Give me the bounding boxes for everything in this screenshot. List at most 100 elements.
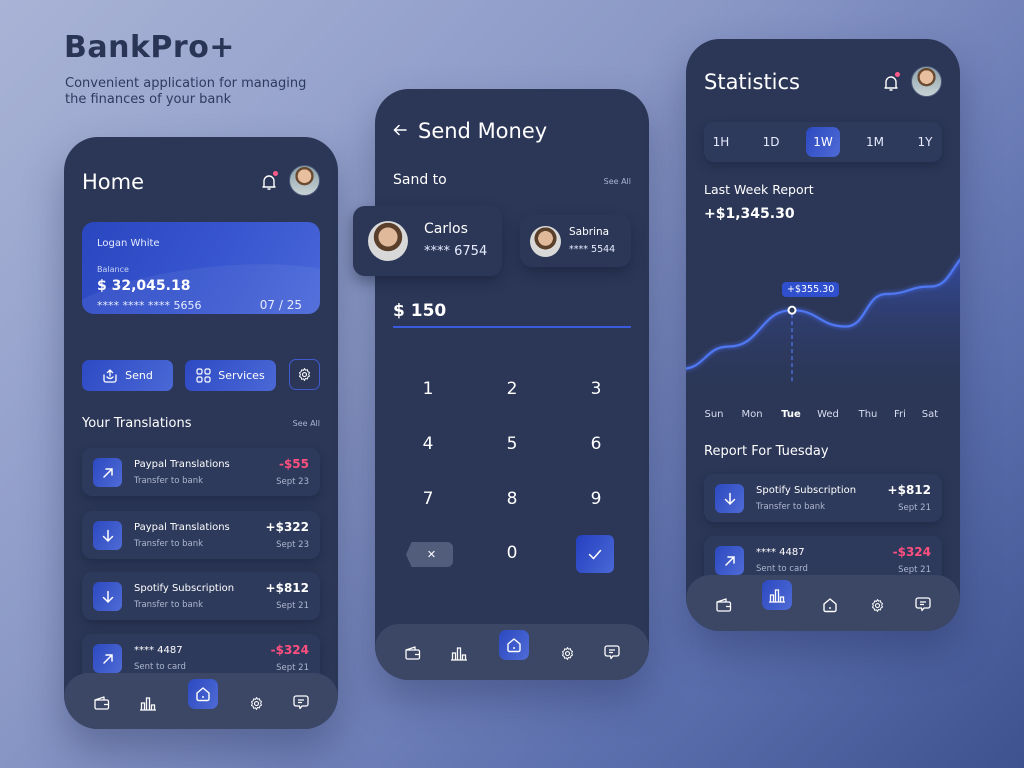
card-number: **** **** **** 5656	[97, 299, 202, 312]
wallet-icon	[715, 598, 731, 612]
contact-name: Carlos	[424, 221, 468, 237]
transaction-amount: -$324	[270, 643, 309, 657]
wallet-icon	[404, 646, 420, 660]
transaction-amount: +$812	[265, 581, 309, 595]
transaction-title: Spotify Subscription	[756, 485, 857, 496]
transaction-subtitle: Sent to card	[756, 564, 808, 574]
transaction-amount: -$324	[892, 545, 931, 559]
back-arrow-icon[interactable]	[393, 124, 407, 136]
transaction-row[interactable]: Paypal Translations Transfer to bank -$55 S…	[82, 448, 320, 496]
transaction-amount: +$322	[265, 520, 309, 534]
key-7[interactable]: 7	[408, 484, 448, 514]
x-tick-mon[interactable]: Mon	[737, 409, 767, 420]
section-title: Your Translations	[82, 416, 192, 431]
services-button[interactable]: Services	[185, 360, 276, 391]
transaction-date: Sept 21	[276, 663, 309, 673]
settings-button[interactable]	[289, 359, 320, 390]
key-4[interactable]: 4	[408, 429, 448, 459]
notification-dot	[273, 171, 278, 176]
home-icon	[823, 598, 837, 613]
nav-home[interactable]	[820, 595, 840, 615]
nav-statistics[interactable]	[138, 693, 158, 713]
arrow-down-icon	[102, 590, 113, 603]
bank-card[interactable]: Logan White Balance $ 32,045.18 **** ***…	[82, 222, 320, 314]
transaction-amount: -$55	[278, 457, 309, 471]
message-icon	[915, 597, 931, 612]
page-title: Send Money	[418, 119, 548, 143]
transaction-icon-box	[715, 484, 744, 513]
highlight-point[interactable]	[787, 305, 797, 315]
transaction-date: Sept 21	[898, 503, 931, 513]
arrow-down-icon	[102, 529, 113, 542]
key-1[interactable]: 1	[408, 374, 448, 404]
chart-area	[686, 259, 960, 404]
transaction-subtitle: Transfer to bank	[756, 502, 826, 512]
transaction-title: Paypal Translations	[134, 522, 230, 533]
contact-card-carlos[interactable]: Carlos **** 6754	[353, 206, 502, 276]
nav-wallet[interactable]	[402, 643, 422, 663]
see-all-link[interactable]: See All	[604, 177, 631, 186]
check-icon	[588, 549, 602, 560]
page-title: Statistics	[704, 70, 800, 94]
transaction-row[interactable]: Paypal Translations Transfer to bank +$322…	[82, 511, 320, 559]
nav-settings[interactable]	[246, 693, 266, 713]
x-tick-wed[interactable]: Wed	[813, 409, 843, 420]
send-button[interactable]: Send	[82, 360, 173, 391]
home-screen: Home Logan White Balance $ 32,045.18 ***…	[64, 137, 338, 729]
nav-messages[interactable]	[291, 692, 311, 712]
transaction-title: **** 4487	[134, 645, 183, 656]
key-3[interactable]: 3	[576, 374, 616, 404]
avatar[interactable]	[289, 165, 320, 196]
x-tick-tue[interactable]: Tue	[776, 409, 806, 420]
home-icon	[507, 638, 521, 653]
nav-home[interactable]	[188, 679, 218, 709]
period-tab-1w[interactable]: 1W	[806, 127, 840, 157]
message-icon	[293, 695, 309, 710]
nav-statistics[interactable]	[762, 580, 792, 610]
amount-input[interactable]: $ 150	[393, 301, 446, 321]
nav-settings[interactable]	[557, 643, 577, 663]
nav-messages[interactable]	[913, 594, 933, 614]
nav-messages[interactable]	[602, 642, 622, 662]
key-6[interactable]: 6	[576, 429, 616, 459]
transaction-subtitle: Transfer to bank	[134, 476, 204, 486]
nav-settings[interactable]	[867, 595, 887, 615]
contact-card-number: **** 6754	[424, 244, 488, 259]
x-tick-thu[interactable]: Thu	[853, 409, 883, 420]
transaction-row[interactable]: Spotify Subscription Transfer to bank +$81…	[704, 474, 942, 522]
nav-statistics[interactable]	[449, 643, 469, 663]
x-tick-sat[interactable]: Sat	[915, 409, 945, 420]
delete-key[interactable]: ✕	[406, 542, 453, 567]
grid-icon	[196, 368, 211, 383]
contact-card-sabrina[interactable]: Sabrina **** 5544	[520, 215, 631, 267]
transaction-icon-box	[93, 644, 122, 673]
avatar[interactable]	[911, 66, 942, 97]
key-2[interactable]: 2	[492, 374, 532, 404]
key-9[interactable]: 9	[576, 484, 616, 514]
period-tab-1m[interactable]: 1M	[858, 127, 892, 157]
key-5[interactable]: 5	[492, 429, 532, 459]
period-tab-1y[interactable]: 1Y	[908, 127, 942, 157]
message-icon	[604, 645, 620, 660]
nav-home[interactable]	[499, 630, 529, 660]
nav-wallet[interactable]	[713, 595, 733, 615]
weekly-chart[interactable]	[686, 224, 960, 404]
key-8[interactable]: 8	[492, 484, 532, 514]
gear-icon	[871, 598, 883, 612]
key-0[interactable]: 0	[492, 538, 532, 568]
transaction-row[interactable]: Spotify Subscription Transfer to bank +$81…	[82, 572, 320, 620]
x-tick-sun[interactable]: Sun	[699, 409, 729, 420]
transaction-date: Sept 23	[276, 540, 309, 550]
see-all-link[interactable]: See All	[293, 419, 320, 428]
transaction-icon-box	[715, 546, 744, 575]
transaction-title: Paypal Translations	[134, 459, 230, 470]
contact-name: Sabrina	[569, 226, 610, 238]
bottom-nav	[375, 624, 649, 680]
confirm-button[interactable]	[576, 535, 614, 573]
x-tick-fri[interactable]: Fri	[885, 409, 915, 420]
period-tab-1d[interactable]: 1D	[754, 127, 788, 157]
bar-chart-icon	[769, 589, 785, 603]
period-tab-1h[interactable]: 1H	[704, 127, 738, 157]
nav-wallet[interactable]	[91, 693, 111, 713]
gear-icon	[561, 646, 573, 660]
